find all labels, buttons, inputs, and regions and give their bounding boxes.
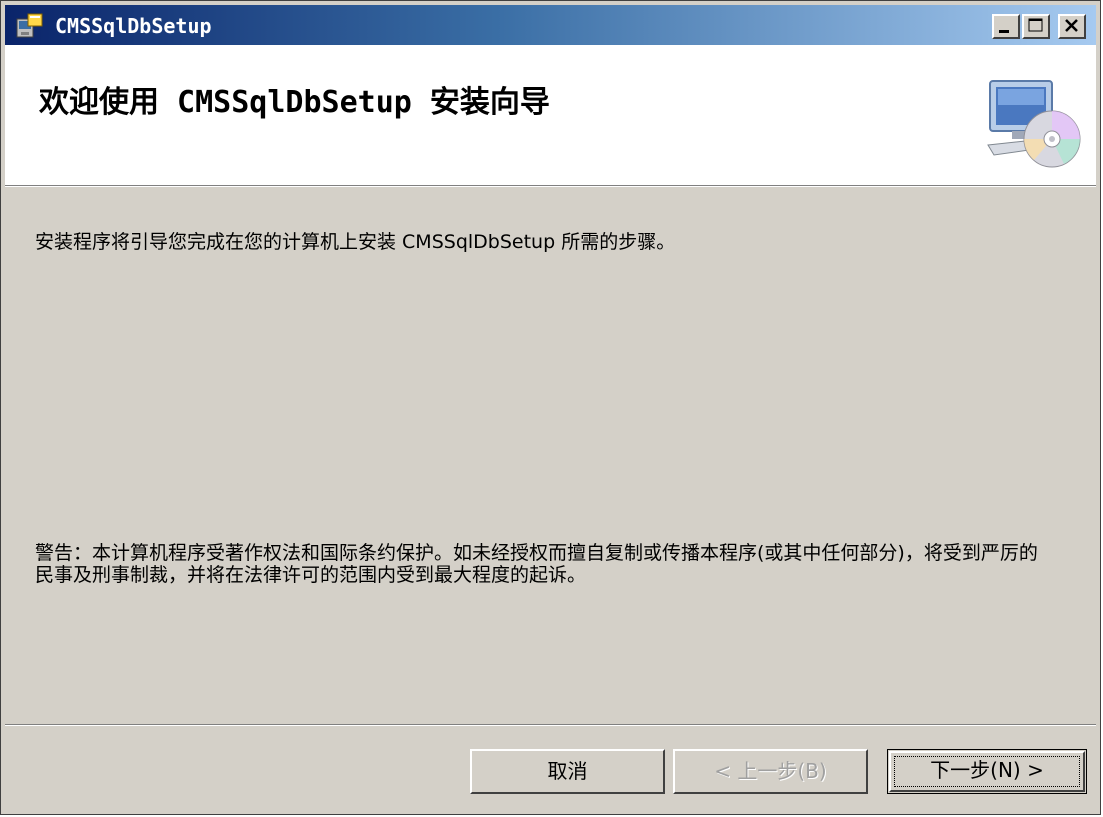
header-banner: 欢迎使用 CMSSqlDbSetup 安装向导	[5, 45, 1096, 186]
footer-divider-highlight	[5, 725, 1096, 726]
copyright-warning: 警告：本计算机程序受著作权法和国际条约保护。如未经授权而擅自复制或传播本程序(或…	[35, 542, 1038, 586]
next-button-label: 下一步(N) >	[930, 758, 1044, 782]
cancel-button[interactable]: 取消	[470, 749, 665, 794]
maximize-icon	[1028, 18, 1043, 32]
setup-window: CMSSqlDbSetup 欢迎使用 CMSSqlDbSetup 安装向导 安装…	[0, 0, 1101, 815]
banner-divider	[5, 186, 1096, 187]
minimize-button[interactable]	[992, 14, 1020, 39]
close-icon	[1065, 19, 1078, 32]
next-button[interactable]: 下一步(N) >	[887, 749, 1087, 794]
minimize-icon	[999, 30, 1009, 33]
title-bar[interactable]: CMSSqlDbSetup	[5, 5, 1096, 45]
maximize-button[interactable]	[1022, 14, 1050, 39]
window-title: CMSSqlDbSetup	[55, 14, 212, 38]
close-button[interactable]	[1058, 14, 1086, 39]
intro-text: 安装程序将引导您完成在您的计算机上安装 CMSSqlDbSetup 所需的步骤。	[35, 231, 676, 253]
installer-icon	[16, 13, 43, 38]
page-title: 欢迎使用 CMSSqlDbSetup 安装向导	[39, 85, 550, 120]
back-button[interactable]: < 上一步(B)	[673, 749, 868, 794]
computer-cd-icon	[987, 80, 1081, 168]
